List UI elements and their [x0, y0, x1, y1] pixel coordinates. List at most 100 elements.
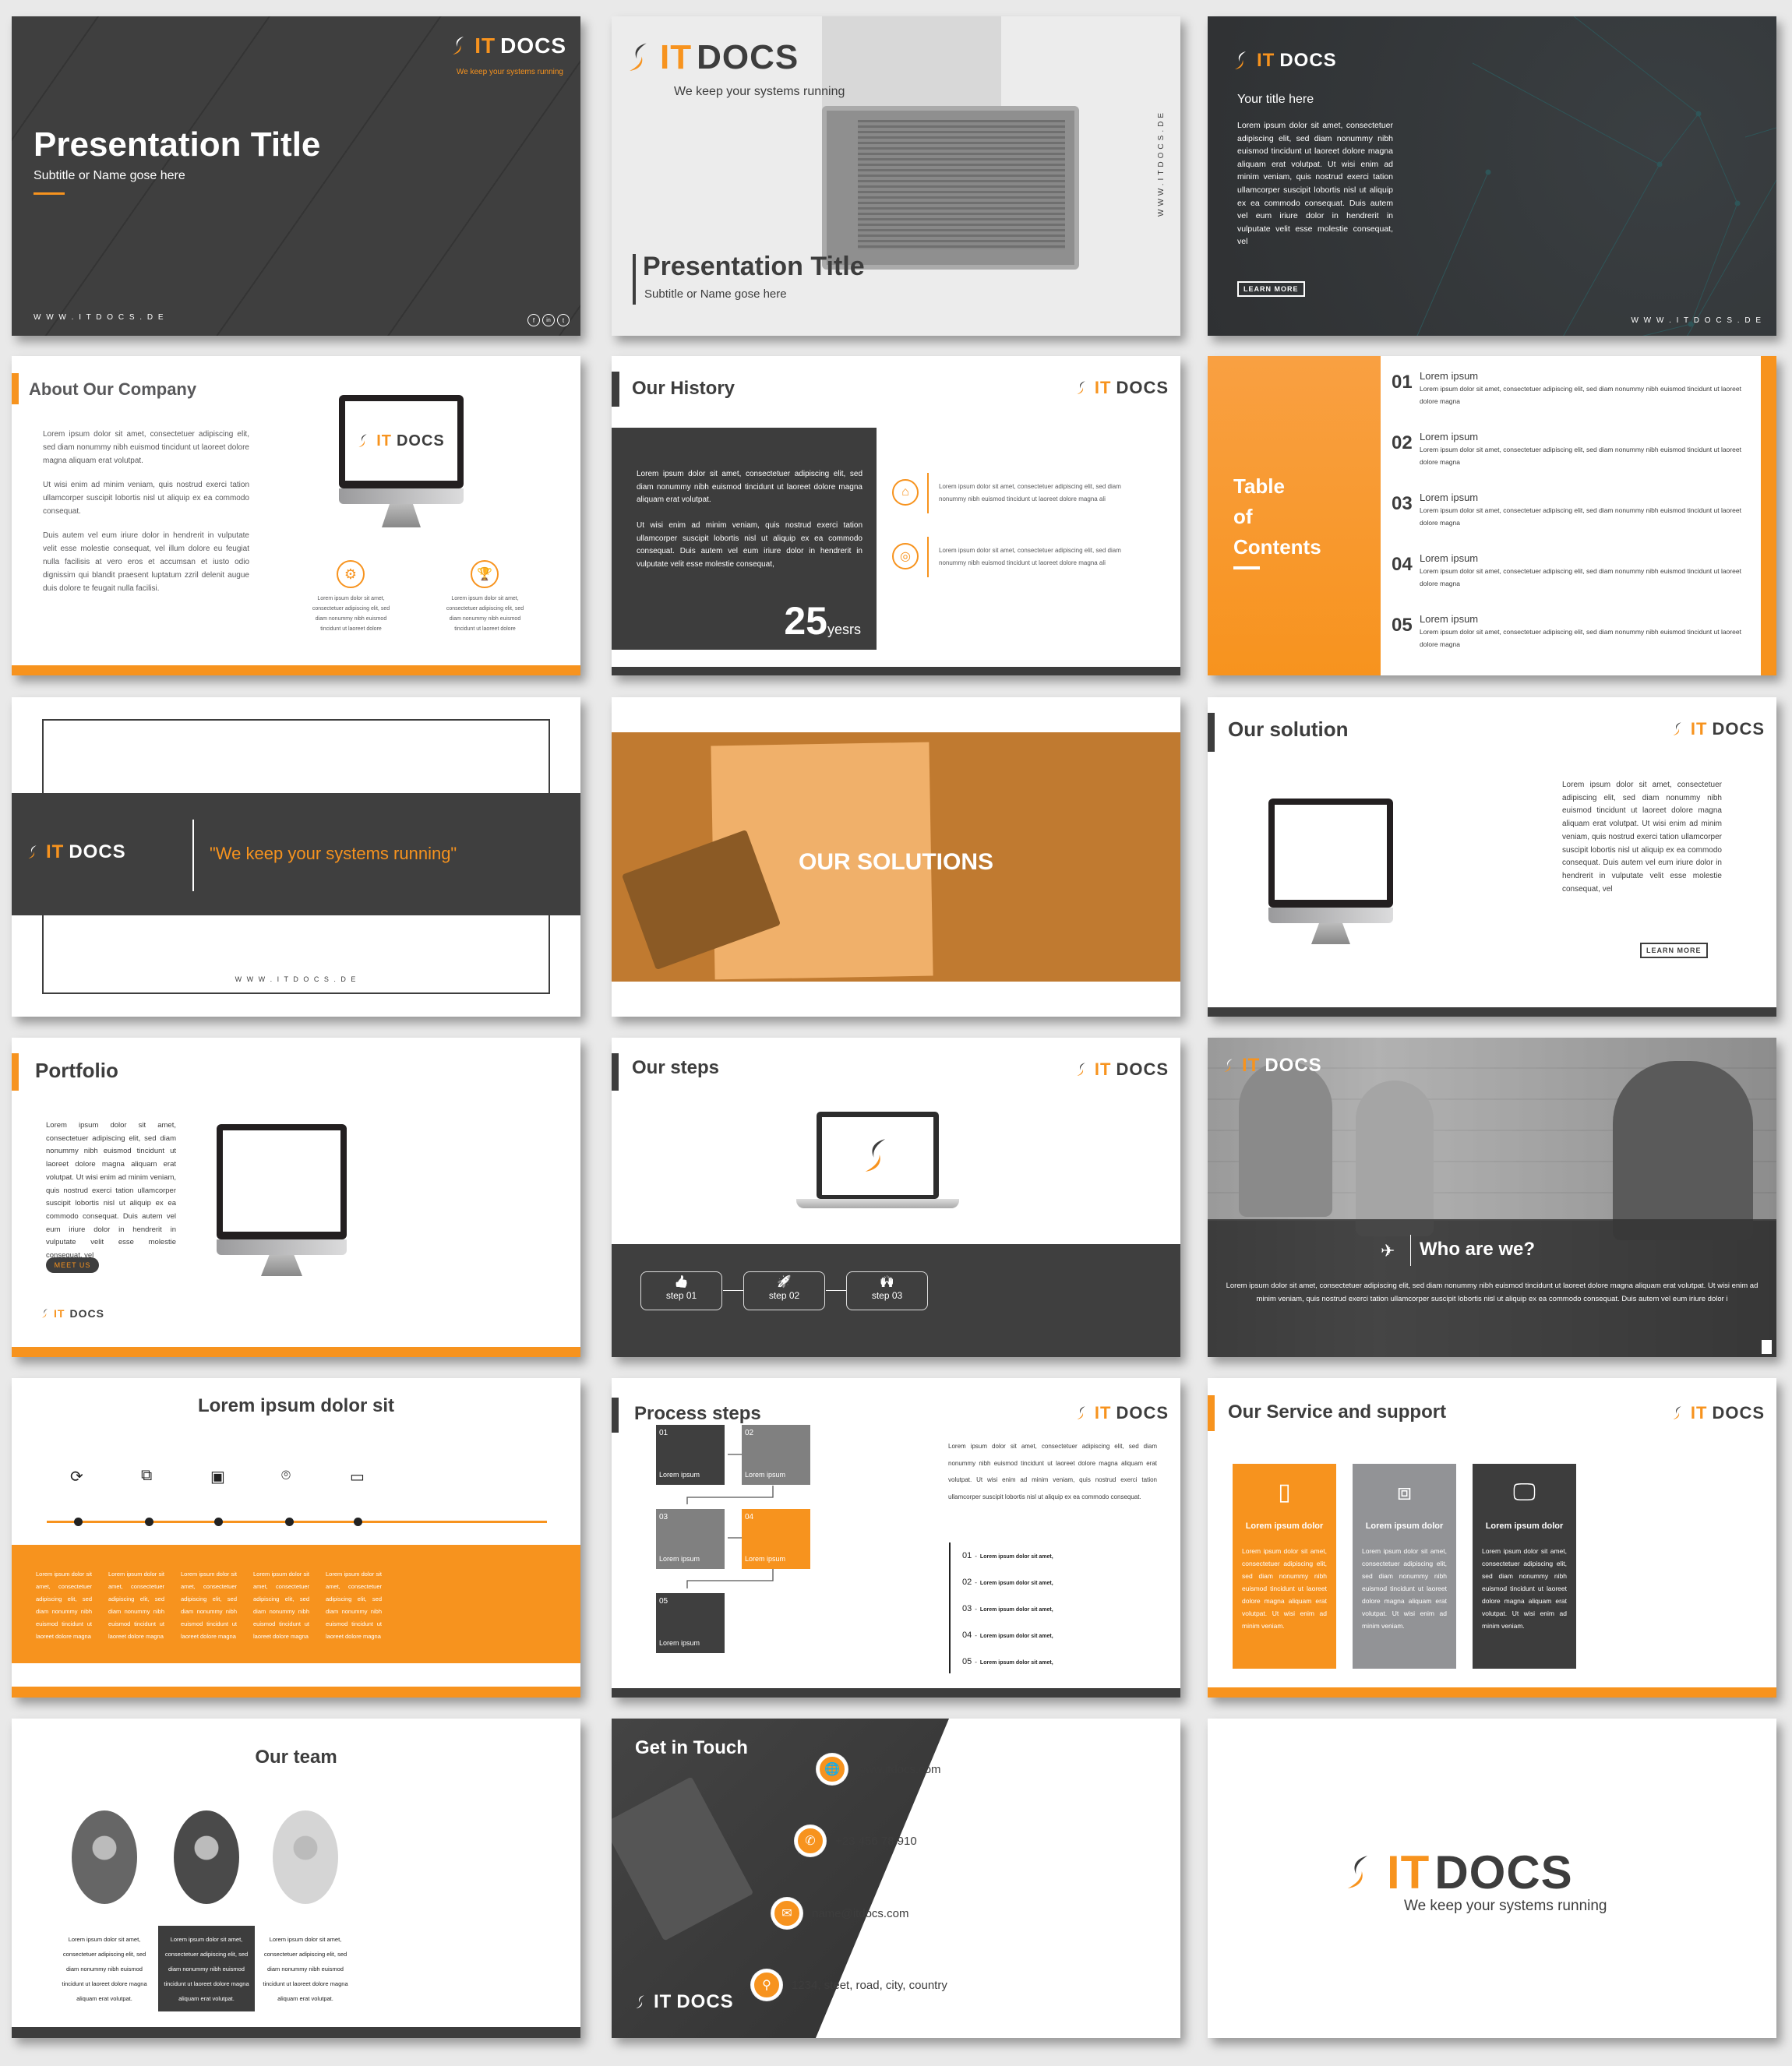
step-card[interactable]: 🙌 step 03 — [846, 1271, 928, 1310]
service-card[interactable]: 🖵 Lorem ipsum dolor Lorem ipsum dolor sit … — [1473, 1464, 1576, 1669]
slide-portfolio[interactable]: Portfolio Lorem ipsum dolor sit amet, co… — [12, 1038, 580, 1357]
service-card[interactable]: ⧈ Lorem ipsum dolor Lorem ipsum dolor sit … — [1353, 1464, 1456, 1669]
team-member-photo — [273, 1810, 338, 1904]
team-member-photo — [174, 1810, 239, 1904]
toc-item-heading[interactable]: Lorem ipsum — [1420, 613, 1478, 625]
service-card-heading: Lorem ipsum dolor — [1485, 1521, 1564, 1531]
contact-text[interactable]: www.itdocs.com — [857, 1763, 941, 1776]
process-box-label: Lorem ipsum — [745, 1471, 786, 1479]
toc-item-heading[interactable]: Lorem ipsum — [1420, 492, 1478, 503]
slide-our-solution[interactable]: Our solution IT DOCS Lorem ipsum dolor si… — [1208, 697, 1776, 1017]
learn-more-button[interactable]: LEARN MORE — [1640, 943, 1708, 958]
logo-mark-icon — [1672, 1405, 1684, 1421]
slide-title: Our steps — [632, 1057, 720, 1078]
slide-who-are-we[interactable]: IT DOCS ✈ Who are we? Lorem ipsum dolor s… — [1208, 1038, 1776, 1357]
presentation-subtitle: Subtitle or Name gose here — [644, 287, 787, 301]
toc-number: 01 — [1392, 372, 1413, 393]
logo-mark-icon — [1223, 1057, 1236, 1074]
timeline-text: Lorem ipsum dolor sit amet, consectetuer… — [108, 1571, 164, 1640]
divider — [927, 473, 929, 513]
footer-bar — [612, 667, 1180, 675]
slide-your-title[interactable]: IT DOCS Your title here Lorem ipsum dolor… — [1208, 16, 1776, 336]
team-member-text: Lorem ipsum dolor sit amet, consectetuer… — [62, 1936, 147, 2002]
logo-it: IT — [54, 1307, 65, 1320]
toc-title-line: Table — [1233, 474, 1285, 498]
process-box-number: 01 — [659, 1429, 668, 1437]
background-monitor-photo — [822, 16, 1001, 110]
slide-our-history[interactable]: Our History IT DOCS Lorem ipsum dolor sit… — [612, 356, 1180, 675]
trophy-icon: 🏆 — [471, 560, 499, 588]
footer-bar — [12, 1687, 580, 1698]
brand-logo: IT DOCS — [41, 1307, 104, 1320]
logo-it: IT — [1387, 1846, 1430, 1899]
laptop-base — [796, 1199, 959, 1208]
website-url[interactable]: W W W . I T D O C S . D E — [12, 975, 580, 983]
slide-our-team[interactable]: Our team Lorem ipsum dolor sit amet, con… — [12, 1719, 580, 2038]
meet-us-button[interactable]: MEET US — [46, 1257, 99, 1273]
process-box[interactable]: 02 Lorem ipsum — [742, 1425, 810, 1485]
process-list-item: 02- Lorem ipsum dolor sit amet, — [962, 1578, 1053, 1587]
timeline-dot — [145, 1518, 153, 1526]
accent-bar — [612, 1053, 619, 1091]
logo-it: IT — [474, 33, 496, 58]
logo-docs: DOCS — [1434, 1846, 1573, 1899]
slide-title-light[interactable]: IT DOCS We keep your systems running WWW.… — [612, 16, 1180, 336]
list-dash: - — [975, 1632, 977, 1639]
service-card[interactable]: ▯ Lorem ipsum dolor Lorem ipsum dolor sit … — [1233, 1464, 1336, 1669]
twitter-icon[interactable]: t — [557, 314, 570, 326]
toc-item-heading[interactable]: Lorem ipsum — [1420, 431, 1478, 442]
step-label: step 01 — [665, 1290, 697, 1301]
toc-item-heading[interactable]: Lorem ipsum — [1420, 370, 1478, 382]
contact-text[interactable]: 1234, steet, road, city, country — [792, 1979, 947, 1992]
linkedin-icon[interactable]: in — [542, 314, 555, 326]
service-card-heading: Lorem ipsum dolor — [1245, 1521, 1324, 1531]
logo-mark-icon — [627, 42, 654, 73]
toc-title: Table of Contents — [1233, 471, 1321, 562]
toc-item-heading[interactable]: Lorem ipsum — [1420, 552, 1478, 564]
feature-text: Lorem ipsum dolor sit amet, consectetuer… — [446, 596, 524, 632]
process-box[interactable]: 05 Lorem ipsum — [656, 1593, 725, 1653]
slide-title: Our Service and support — [1228, 1401, 1447, 1423]
list-text: Lorem ipsum dolor sit amet, — [979, 1554, 1053, 1560]
thumbs-up-icon: 👍 — [674, 1275, 689, 1289]
presentation-title: Presentation Title — [34, 125, 321, 164]
slide-service-support[interactable]: Our Service and support IT DOCS ▯ Lorem ip… — [1208, 1378, 1776, 1698]
divider — [192, 820, 194, 891]
process-box[interactable]: 01 Lorem ipsum — [656, 1425, 725, 1485]
website-url[interactable]: W W W . I T D O C S . D E — [34, 313, 165, 322]
monitor-illustration — [1268, 799, 1393, 947]
service-card-text: Lorem ipsum dolor sit amet, consectetuer… — [1482, 1547, 1567, 1630]
step-card[interactable]: 👍 step 01 — [640, 1271, 722, 1310]
brand-logo: IT DOCS — [1345, 1846, 1573, 1899]
step-card[interactable]: 🚀 step 02 — [743, 1271, 825, 1310]
screen-logo: IT DOCS — [358, 432, 445, 450]
contact-text[interactable]: name@itdocs.com — [812, 1907, 908, 1920]
process-box[interactable]: 03 Lorem ipsum — [656, 1509, 725, 1569]
facebook-icon[interactable]: f — [527, 314, 540, 326]
brand-tagline: We keep your systems running — [674, 85, 845, 98]
list-text: Lorem ipsum dolor sit amet, — [979, 1660, 1053, 1666]
slide-timeline[interactable]: Lorem ipsum dolor sit ⟳ ⧉ ▣ ⌾ ▭ Lorem ipsum … — [12, 1378, 580, 1698]
brand-tagline: We keep your systems running — [1404, 1898, 1607, 1914]
solutions-photo-banner: OUR SOLUTIONS — [612, 732, 1180, 982]
slide-table-of-contents[interactable]: Table of Contents 01 Lorem ipsum Lorem ips… — [1208, 356, 1776, 675]
website-url-vertical[interactable]: WWW.ITDOCS.DE — [1157, 110, 1166, 217]
website-url[interactable]: W W W . I T D O C S . D E — [1631, 316, 1762, 325]
slide-tagline-banner[interactable]: IT DOCS "We keep your systems running" W … — [12, 697, 580, 1017]
slide-get-in-touch[interactable]: Get in Touch IT DOCS 🌐 www.itdocs.com ✆ +23 … — [612, 1719, 1180, 2038]
slide-title-dark[interactable]: IT DOCS We keep your systems running Pres… — [12, 16, 580, 336]
accent-bar — [12, 1053, 19, 1091]
process-body-text: Lorem ipsum dolor sit amet, consectetuer… — [948, 1443, 1157, 1500]
process-box[interactable]: 04 Lorem ipsum — [742, 1509, 810, 1569]
slide-our-steps[interactable]: Our steps IT DOCS 👍 step 01 🚀 step 02 🙌 step 0… — [612, 1038, 1180, 1357]
contact-text[interactable]: +23 456 78 910 — [835, 1835, 917, 1848]
slide-about-company[interactable]: About Our Company Lorem ipsum dolor sit … — [12, 356, 580, 675]
monitor-illustration: IT DOCS — [339, 395, 464, 551]
list-text: Lorem ipsum dolor sit amet, — [979, 1634, 1053, 1639]
slide-process-steps[interactable]: Process steps IT DOCS 01 Lorem ipsum 02 Lore… — [612, 1378, 1180, 1698]
slide-closing-logo[interactable]: IT DOCS We keep your systems running — [1208, 1719, 1776, 2038]
slide-our-solutions-cover[interactable]: OUR SOLUTIONS — [612, 697, 1180, 1017]
brand-logo: IT DOCS — [1233, 50, 1337, 72]
learn-more-button[interactable]: LEARN MORE — [1237, 281, 1305, 297]
logo-it: IT — [1094, 1059, 1112, 1079]
